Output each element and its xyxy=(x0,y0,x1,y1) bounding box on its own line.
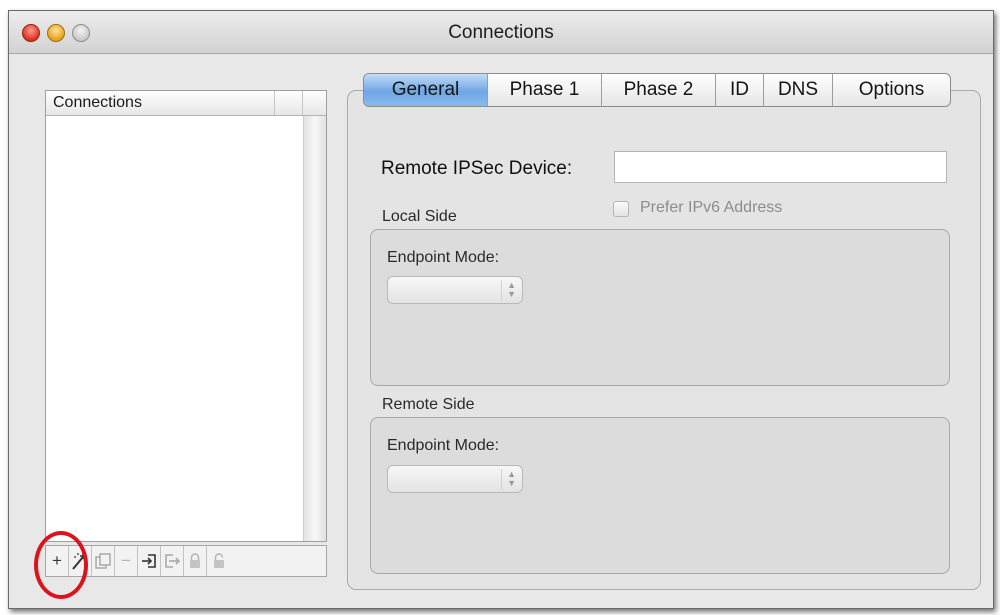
popup-arrows-icon: ▲ ▼ xyxy=(501,469,516,490)
prefer-ipv6-checkbox[interactable] xyxy=(613,201,629,217)
prefer-ipv6-label: Prefer IPv6 Address xyxy=(640,199,783,216)
connections-list[interactable]: Connections xyxy=(45,90,327,542)
duplicate-connection-button[interactable] xyxy=(92,546,115,576)
duplicate-icon xyxy=(95,553,111,569)
tab-id[interactable]: ID xyxy=(716,74,764,106)
connections-column-header[interactable]: Connections xyxy=(53,94,142,112)
unlock-icon xyxy=(213,553,224,568)
tab-general[interactable]: General xyxy=(364,74,488,106)
import-icon xyxy=(142,554,156,568)
import-connection-button[interactable] xyxy=(138,546,161,576)
column-divider xyxy=(302,91,303,115)
remote-endpoint-mode-select[interactable]: ▲ ▼ xyxy=(387,465,523,493)
popup-arrows-icon: ▲ ▼ xyxy=(501,280,516,301)
settings-tabs: General Phase 1 Phase 2 ID DNS Options xyxy=(363,73,951,107)
column-divider xyxy=(274,91,275,115)
connections-list-header[interactable]: Connections xyxy=(46,91,326,116)
remote-ipsec-device-input[interactable] xyxy=(614,151,947,183)
tab-dns[interactable]: DNS xyxy=(764,74,833,106)
tab-phase-1[interactable]: Phase 1 xyxy=(488,74,602,106)
local-endpoint-mode-label: Endpoint Mode: xyxy=(387,249,500,266)
export-icon xyxy=(165,554,181,568)
lock-icon xyxy=(190,553,200,568)
window-title: Connections xyxy=(448,22,554,43)
title-bar: Connections xyxy=(9,11,993,54)
local-endpoint-mode-select[interactable]: ▲ ▼ xyxy=(387,276,523,304)
tab-phase-2[interactable]: Phase 2 xyxy=(602,74,716,106)
window-content: Connections + − General Phase 1 Phase 2 … xyxy=(9,54,993,608)
remote-side-title: Remote Side xyxy=(382,396,475,413)
tab-options[interactable]: Options xyxy=(833,74,950,106)
add-button-highlight-ring xyxy=(34,531,88,599)
local-side-title: Local Side xyxy=(382,208,457,225)
remote-endpoint-mode-label: Endpoint Mode: xyxy=(387,437,500,454)
export-connection-button[interactable] xyxy=(161,546,184,576)
connections-list-scrollbar[interactable] xyxy=(303,116,326,541)
remove-connection-button[interactable]: − xyxy=(115,546,138,576)
remove-icon: − xyxy=(121,551,131,570)
connections-window: Connections Connections + − General Phas… xyxy=(8,10,994,609)
remote-ipsec-device-label: Remote IPSec Device: xyxy=(381,158,573,179)
lock-button[interactable] xyxy=(184,546,207,576)
unlock-button[interactable] xyxy=(207,546,230,576)
